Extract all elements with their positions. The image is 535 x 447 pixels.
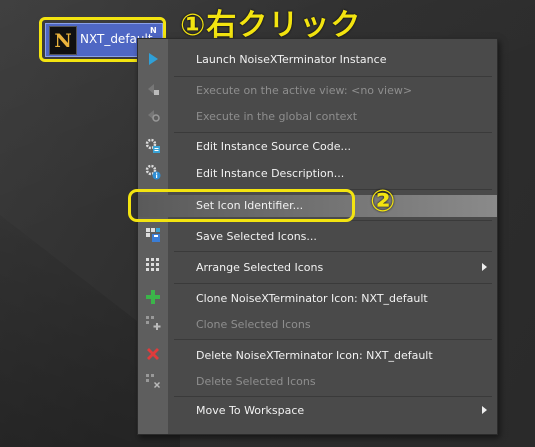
menu-item-clone-icon[interactable]: Clone NoiseXTerminator Icon: NXT_default <box>138 288 497 310</box>
submenu-arrow-icon <box>482 263 487 271</box>
menu-item-label: Edit Instance Source Code... <box>196 140 352 153</box>
highlight-box-menu-item <box>128 189 355 222</box>
menu-item-arrange-selected-icons[interactable]: Arrange Selected Icons <box>138 257 497 279</box>
menu-item-execute-active-view: Execute on the active view: <no view> <box>138 80 497 102</box>
menu-item-label: Launch NoiseXTerminator Instance <box>196 53 387 66</box>
menu-item-label: Move To Workspace <box>196 404 305 417</box>
menu-item-edit-description[interactable]: Edit Instance Description... <box>138 163 497 185</box>
menu-item-move-to-workspace[interactable]: Move To Workspace <box>138 400 497 422</box>
menu-item-label: Execute in the global context <box>196 110 358 123</box>
context-menu: Launch NoiseXTerminator Instance Execute… <box>137 38 498 435</box>
menu-item-launch-instance[interactable]: Launch NoiseXTerminator Instance <box>138 49 497 71</box>
menu-item-edit-source[interactable]: Edit Instance Source Code... <box>138 136 497 158</box>
menu-item-execute-global: Execute in the global context <box>138 106 497 128</box>
menu-item-delete-selected-icons: Delete Selected Icons <box>138 371 497 393</box>
menu-separator <box>174 132 492 133</box>
menu-item-label: Clone Selected Icons <box>196 318 311 331</box>
menu-item-label: Clone NoiseXTerminator Icon: NXT_default <box>196 292 428 305</box>
menu-separator <box>174 339 492 340</box>
menu-item-label: Edit Instance Description... <box>196 167 345 180</box>
menu-item-label: Save Selected Icons... <box>196 230 317 243</box>
menu-item-delete-icon[interactable]: Delete NoiseXTerminator Icon: NXT_defaul… <box>138 345 497 367</box>
menu-item-label: Execute on the active view: <no view> <box>196 84 413 97</box>
menu-separator <box>174 251 492 252</box>
menu-separator <box>174 283 492 284</box>
menu-item-label: Delete Selected Icons <box>196 375 316 388</box>
menu-item-clone-selected-icons: Clone Selected Icons <box>138 314 497 336</box>
submenu-arrow-icon <box>482 406 487 414</box>
menu-item-label: Delete NoiseXTerminator Icon: NXT_defaul… <box>196 349 433 362</box>
menu-separator <box>174 76 492 77</box>
annotation-step2: ② <box>370 184 396 219</box>
menu-item-save-selected-icons[interactable]: Save Selected Icons... <box>138 226 497 248</box>
menu-separator <box>174 396 492 397</box>
menu-item-label: Arrange Selected Icons <box>196 261 324 274</box>
